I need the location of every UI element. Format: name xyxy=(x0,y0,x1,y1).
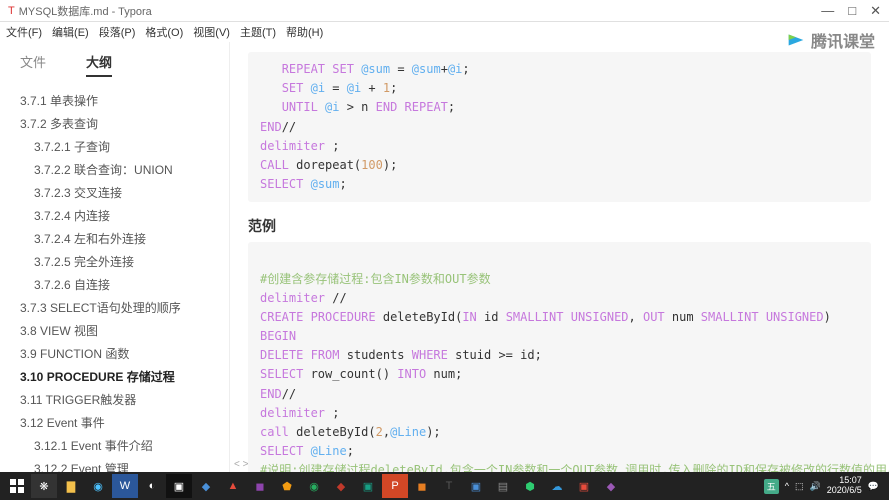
start-button[interactable] xyxy=(4,474,30,498)
menu-edit[interactable]: 编辑(E) xyxy=(52,24,89,40)
tb-app-2[interactable]: ◆ xyxy=(193,474,219,498)
tb-app-9[interactable]: ◼ xyxy=(409,474,435,498)
tb-app-8[interactable]: ▣ xyxy=(355,474,381,498)
tb-explorer[interactable]: ▇ xyxy=(58,474,84,498)
tb-app-14[interactable]: ☁ xyxy=(544,474,570,498)
tb-app-7[interactable]: ◆ xyxy=(328,474,354,498)
tray-ime-icon[interactable]: 五 xyxy=(764,479,779,494)
app-icon: T xyxy=(8,5,15,17)
system-tray[interactable]: 五 ^ ⬚ 🔊 15:07 2020/6/5 💬 xyxy=(764,476,885,496)
menu-format[interactable]: 格式(O) xyxy=(145,24,183,40)
menu-paragraph[interactable]: 段落(P) xyxy=(99,24,136,40)
tray-clock[interactable]: 15:07 2020/6/5 xyxy=(827,476,862,496)
tb-app-13[interactable]: ⬢ xyxy=(517,474,543,498)
tb-app-16[interactable]: ◆ xyxy=(598,474,624,498)
brand-watermark: 腾讯课堂 xyxy=(785,28,875,52)
editor-main[interactable]: REPEAT SET @sum = @sum+@i; SET @i = @i +… xyxy=(230,42,889,472)
outline-item[interactable]: 3.11 TRIGGER触发器 xyxy=(0,388,229,411)
maximize-button[interactable]: □ xyxy=(848,3,856,19)
tb-edge[interactable]: ◉ xyxy=(85,474,111,498)
menu-view[interactable]: 视图(V) xyxy=(193,24,230,40)
tb-app-10[interactable]: T xyxy=(436,474,462,498)
outline-item[interactable]: 3.12.2 Event 管理 xyxy=(0,457,229,472)
outline-item[interactable]: 3.8 VIEW 视图 xyxy=(0,319,229,342)
outline-item[interactable]: 3.7.2.3 交叉连接 xyxy=(0,181,229,204)
sidebar-tab-file[interactable]: 文件 xyxy=(20,52,46,77)
tb-chrome[interactable]: ◐ xyxy=(139,474,165,498)
tb-app-11[interactable]: ▣ xyxy=(463,474,489,498)
tb-app-3[interactable]: ▲ xyxy=(220,474,246,498)
outline-item[interactable]: 3.9 FUNCTION 函数 xyxy=(0,342,229,365)
tray-expand-icon[interactable]: ^ xyxy=(785,481,789,491)
outline-item[interactable]: 3.7.2.1 子查询 xyxy=(0,135,229,158)
tb-app-12[interactable]: ▤ xyxy=(490,474,516,498)
menubar: 文件(F) 编辑(E) 段落(P) 格式(O) 视图(V) 主题(T) 帮助(H… xyxy=(0,22,889,42)
tb-word[interactable]: W xyxy=(112,474,138,498)
codeblock-dorepeat[interactable]: REPEAT SET @sum = @sum+@i; SET @i = @i +… xyxy=(248,52,871,202)
outline-item[interactable]: 3.7.2.4 左和右外连接 xyxy=(0,227,229,250)
codeblock-deletebyid[interactable]: #创建含参存储过程:包含IN参数和OUT参数 delimiter // CREA… xyxy=(248,242,871,472)
outline-item[interactable]: 3.7.1 单表操作 xyxy=(0,89,229,112)
tb-app-15[interactable]: ▣ xyxy=(571,474,597,498)
tb-powerpoint[interactable]: P xyxy=(382,474,408,498)
close-button[interactable]: ✕ xyxy=(870,3,881,19)
menu-help[interactable]: 帮助(H) xyxy=(286,24,323,40)
menu-file[interactable]: 文件(F) xyxy=(6,24,42,40)
outline-item[interactable]: 3.7.2.5 完全外连接 xyxy=(0,250,229,273)
outline-item[interactable]: 3.7.2.4 内连接 xyxy=(0,204,229,227)
outline-list: 3.7.1 单表操作3.7.2 多表查询3.7.2.1 子查询3.7.2.2 联… xyxy=(0,85,229,472)
window-title: MYSQL数据库.md - Typora xyxy=(19,3,822,19)
outline-item[interactable]: 3.10 PROCEDURE 存储过程 xyxy=(0,365,229,388)
brand-logo-icon xyxy=(785,29,807,51)
scroll-hint[interactable]: < > xyxy=(234,459,248,470)
tray-notification-icon[interactable]: 💬 xyxy=(868,481,879,492)
taskbar: ❋ ▇ ◉ W ◐ ▣ ◆ ▲ ◼ ⬟ ◉ ◆ ▣ P ◼ T ▣ ▤ ⬢ ☁ … xyxy=(0,472,889,500)
tb-app-4[interactable]: ◼ xyxy=(247,474,273,498)
outline-item[interactable]: 3.12 Event 事件 xyxy=(0,411,229,434)
brand-text: 腾讯课堂 xyxy=(811,28,875,52)
tb-terminal[interactable]: ▣ xyxy=(166,474,192,498)
tray-volume-icon[interactable]: 🔊 xyxy=(810,481,821,492)
outline-item[interactable]: 3.7.3 SELECT语句处理的顺序 xyxy=(0,296,229,319)
tray-network-icon[interactable]: ⬚ xyxy=(795,481,804,492)
tb-app-6[interactable]: ◉ xyxy=(301,474,327,498)
heading-example: 范例 xyxy=(248,216,871,236)
minimize-button[interactable]: — xyxy=(821,3,834,19)
sidebar: 文件 大纲 3.7.1 单表操作3.7.2 多表查询3.7.2.1 子查询3.7… xyxy=(0,42,230,472)
outline-item[interactable]: 3.7.2.6 自连接 xyxy=(0,273,229,296)
sidebar-tab-outline[interactable]: 大纲 xyxy=(86,52,112,77)
titlebar: T MYSQL数据库.md - Typora — □ ✕ xyxy=(0,0,889,22)
menu-theme[interactable]: 主题(T) xyxy=(240,24,276,40)
outline-item[interactable]: 3.7.2.2 联合查询：UNION xyxy=(0,158,229,181)
outline-item[interactable]: 3.7.2 多表查询 xyxy=(0,112,229,135)
outline-item[interactable]: 3.12.1 Event 事件介绍 xyxy=(0,434,229,457)
tb-app-5[interactable]: ⬟ xyxy=(274,474,300,498)
tb-app-1[interactable]: ❋ xyxy=(31,474,57,498)
